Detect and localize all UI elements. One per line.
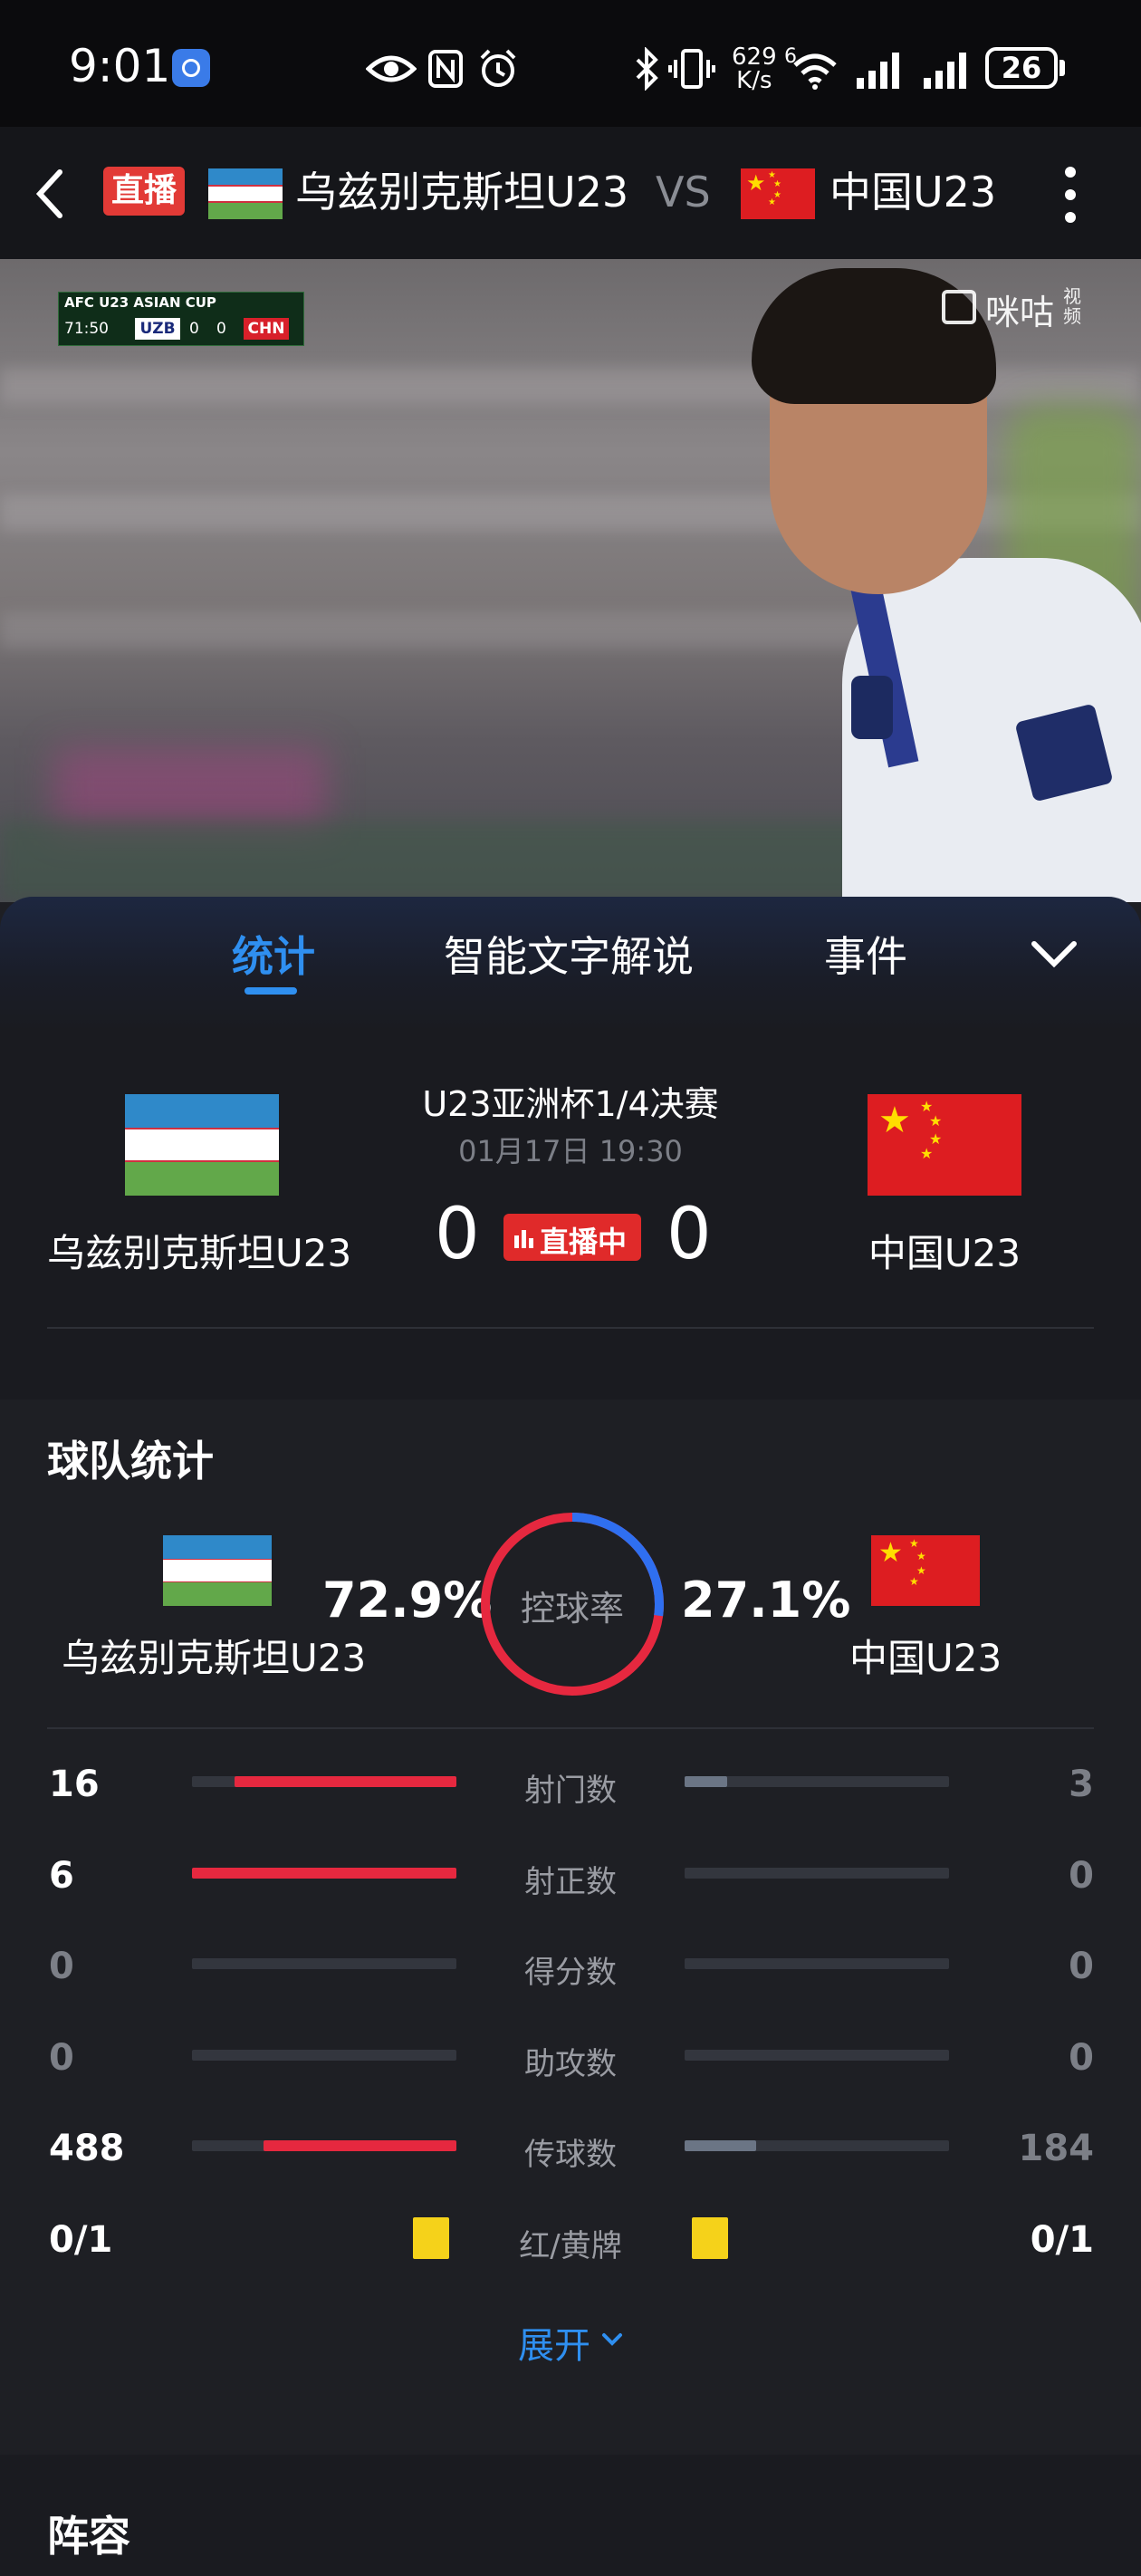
stat-bar-away bbox=[685, 1776, 949, 1787]
stat-label: 射门数 bbox=[524, 1773, 617, 1809]
alarm-icon bbox=[480, 49, 516, 87]
live-status-badge: 直播中 bbox=[503, 1214, 641, 1261]
stat-label: 得分数 bbox=[524, 1955, 617, 1991]
stat-rows: 16 射门数 3 6 射正数 0 0 得分数 0 0 助攻数 0 488 传球数 184 0/1 红/黄牌 0/1 bbox=[0, 1736, 1141, 2298]
china-flag-icon: ★ ★ ★ ★ ★ bbox=[868, 1094, 1021, 1196]
home-possession: 72.9% bbox=[322, 1572, 493, 1629]
signal-icon-sim1 bbox=[857, 53, 899, 89]
broadcast-scoreboard: AFC U23 ASIAN CUP 71:50 UZB 0 0 CHN bbox=[58, 292, 304, 346]
away-team-name: 中国U23 bbox=[868, 1231, 1021, 1275]
ufa-badge bbox=[851, 676, 893, 739]
stat-label: 射正数 bbox=[524, 1863, 617, 1900]
home-score: 0 bbox=[435, 1194, 480, 1275]
stat-label: 红/黄牌 bbox=[519, 2227, 622, 2264]
stat-bar-away bbox=[685, 2049, 949, 2061]
away-score: 0 bbox=[666, 1194, 712, 1275]
stat-bar-away bbox=[685, 1958, 949, 1969]
tab-stats[interactable]: 统计 bbox=[232, 924, 315, 984]
stat-row: 488 传球数 184 bbox=[0, 2100, 1141, 2192]
stat-home-value: 0 bbox=[49, 1946, 74, 1987]
stat-bar-home-fill bbox=[234, 1776, 456, 1787]
back-arrow-icon[interactable] bbox=[33, 167, 65, 221]
bluetooth-icon bbox=[636, 47, 658, 91]
stat-bar-away-fill bbox=[685, 1776, 727, 1787]
battery-icon: 26 bbox=[985, 47, 1058, 89]
battery-level: 26 bbox=[1001, 51, 1042, 85]
stat-away-value: 0 bbox=[1069, 1946, 1094, 1987]
stat-row: 0/1 红/黄牌 0/1 bbox=[0, 2192, 1141, 2283]
match-summary: 乌兹别克斯坦U23 U23亚洲杯1/4决赛 01月17日 19:30 0 直播中… bbox=[0, 1033, 1141, 1399]
divider bbox=[47, 1327, 1094, 1329]
status-bar: 9:01 629 K/s 6 26 bbox=[0, 0, 1141, 127]
live-video-player[interactable]: AFC U23 ASIAN CUP 71:50 UZB 0 0 CHN 咪咕 视… bbox=[0, 259, 1141, 902]
uzbekistan-flag-icon bbox=[163, 1535, 272, 1606]
stat-bar-home-fill bbox=[192, 1867, 456, 1879]
stat-row: 16 射门数 3 bbox=[0, 1736, 1141, 1828]
vibrate-icon bbox=[668, 49, 715, 89]
stat-bar-home bbox=[192, 1958, 456, 1969]
tab-ai-commentary[interactable]: 智能文字解说 bbox=[444, 924, 694, 984]
nfc-icon bbox=[428, 50, 463, 88]
status-time: 9:01 bbox=[69, 40, 171, 92]
stat-home-value: 16 bbox=[49, 1764, 100, 1805]
stat-away-value: 0 bbox=[1069, 1854, 1094, 1897]
stat-away-value: 0/1 bbox=[1030, 2218, 1094, 2261]
app-notification-icon bbox=[172, 49, 210, 87]
more-options-icon[interactable] bbox=[1061, 163, 1079, 226]
stat-away-value: 184 bbox=[1018, 2128, 1095, 2169]
stat-home-value: 6 bbox=[49, 1854, 74, 1897]
migu-video-watermark: 咪咕 视频 bbox=[942, 284, 1114, 332]
live-badge: 直播 bbox=[103, 167, 185, 216]
stat-away-value: 0 bbox=[1069, 2036, 1094, 2079]
stat-bar-away bbox=[685, 1867, 949, 1879]
stat-away-value: 3 bbox=[1069, 1764, 1094, 1805]
migu-logo-icon bbox=[942, 290, 976, 324]
stat-label: 传球数 bbox=[524, 2137, 617, 2173]
stat-home-value: 0 bbox=[49, 2036, 74, 2079]
section-title: 阵容 bbox=[47, 2512, 130, 2561]
tab-active-indicator bbox=[244, 987, 297, 995]
chevron-down-icon bbox=[602, 2333, 622, 2346]
china-flag-icon: ★ ★ ★ ★ ★ bbox=[741, 168, 815, 219]
stat-home-value: 0/1 bbox=[49, 2218, 113, 2261]
stat-bar-home bbox=[192, 2140, 456, 2151]
stat-bar-home-fill bbox=[263, 2140, 456, 2151]
china-flag-icon: ★ ★ ★ ★ ★ bbox=[871, 1535, 980, 1606]
stat-row: 0 得分数 0 bbox=[0, 1918, 1141, 2010]
home-team-name: 乌兹别克斯坦U23 bbox=[295, 168, 629, 216]
home-team-name: 乌兹别克斯坦U23 bbox=[47, 1231, 352, 1275]
stat-bar-home bbox=[192, 1776, 456, 1787]
stat-label: 助攻数 bbox=[524, 2045, 617, 2082]
chevron-down-icon[interactable] bbox=[1031, 938, 1078, 967]
uzbekistan-flag-icon bbox=[208, 168, 283, 219]
signal-icon-sim2 bbox=[924, 53, 966, 89]
tab-bar: 统计 智能文字解说 事件 bbox=[0, 897, 1141, 1033]
team-stats-section: 球队统计 乌兹别克斯坦U23 72.9% 控球率 27.1% ★ ★ ★ ★ ★… bbox=[0, 1399, 1141, 2455]
stat-bar-away bbox=[685, 2140, 949, 2151]
yellow-card-icon bbox=[692, 2216, 728, 2259]
stat-row: 6 射正数 0 bbox=[0, 1828, 1141, 1919]
lineup-section: 阵容 bbox=[0, 2455, 1141, 2576]
wifi-icon bbox=[793, 53, 837, 90]
yellow-card-icon bbox=[413, 2216, 449, 2259]
tab-events[interactable]: 事件 bbox=[824, 924, 907, 984]
away-possession: 27.1% bbox=[681, 1572, 851, 1629]
possession-label: 控球率 bbox=[520, 1589, 624, 1629]
divider bbox=[47, 1727, 1094, 1729]
vs-label: VS bbox=[656, 168, 711, 216]
match-header-bar: 直播 乌兹别克斯坦U23 VS ★ ★ ★ ★ ★ 中国U23 bbox=[0, 127, 1141, 259]
eye-protection-icon bbox=[366, 55, 417, 82]
stat-home-value: 488 bbox=[49, 2128, 125, 2169]
away-team-name: 中国U23 bbox=[849, 1636, 1002, 1680]
section-title: 球队统计 bbox=[47, 1437, 214, 1485]
stat-row: 0 助攻数 0 bbox=[0, 2010, 1141, 2101]
home-team-name: 乌兹别克斯坦U23 bbox=[62, 1636, 367, 1680]
net-speed: 629 K/s bbox=[732, 43, 777, 94]
stat-bar-home bbox=[192, 2049, 456, 2061]
expand-button[interactable]: 展开 bbox=[518, 2316, 627, 2370]
live-bars-icon bbox=[514, 1230, 533, 1248]
away-team-name: 中国U23 bbox=[829, 168, 997, 216]
stat-bar-away-fill bbox=[685, 2140, 756, 2151]
stat-bar-home bbox=[192, 1867, 456, 1879]
